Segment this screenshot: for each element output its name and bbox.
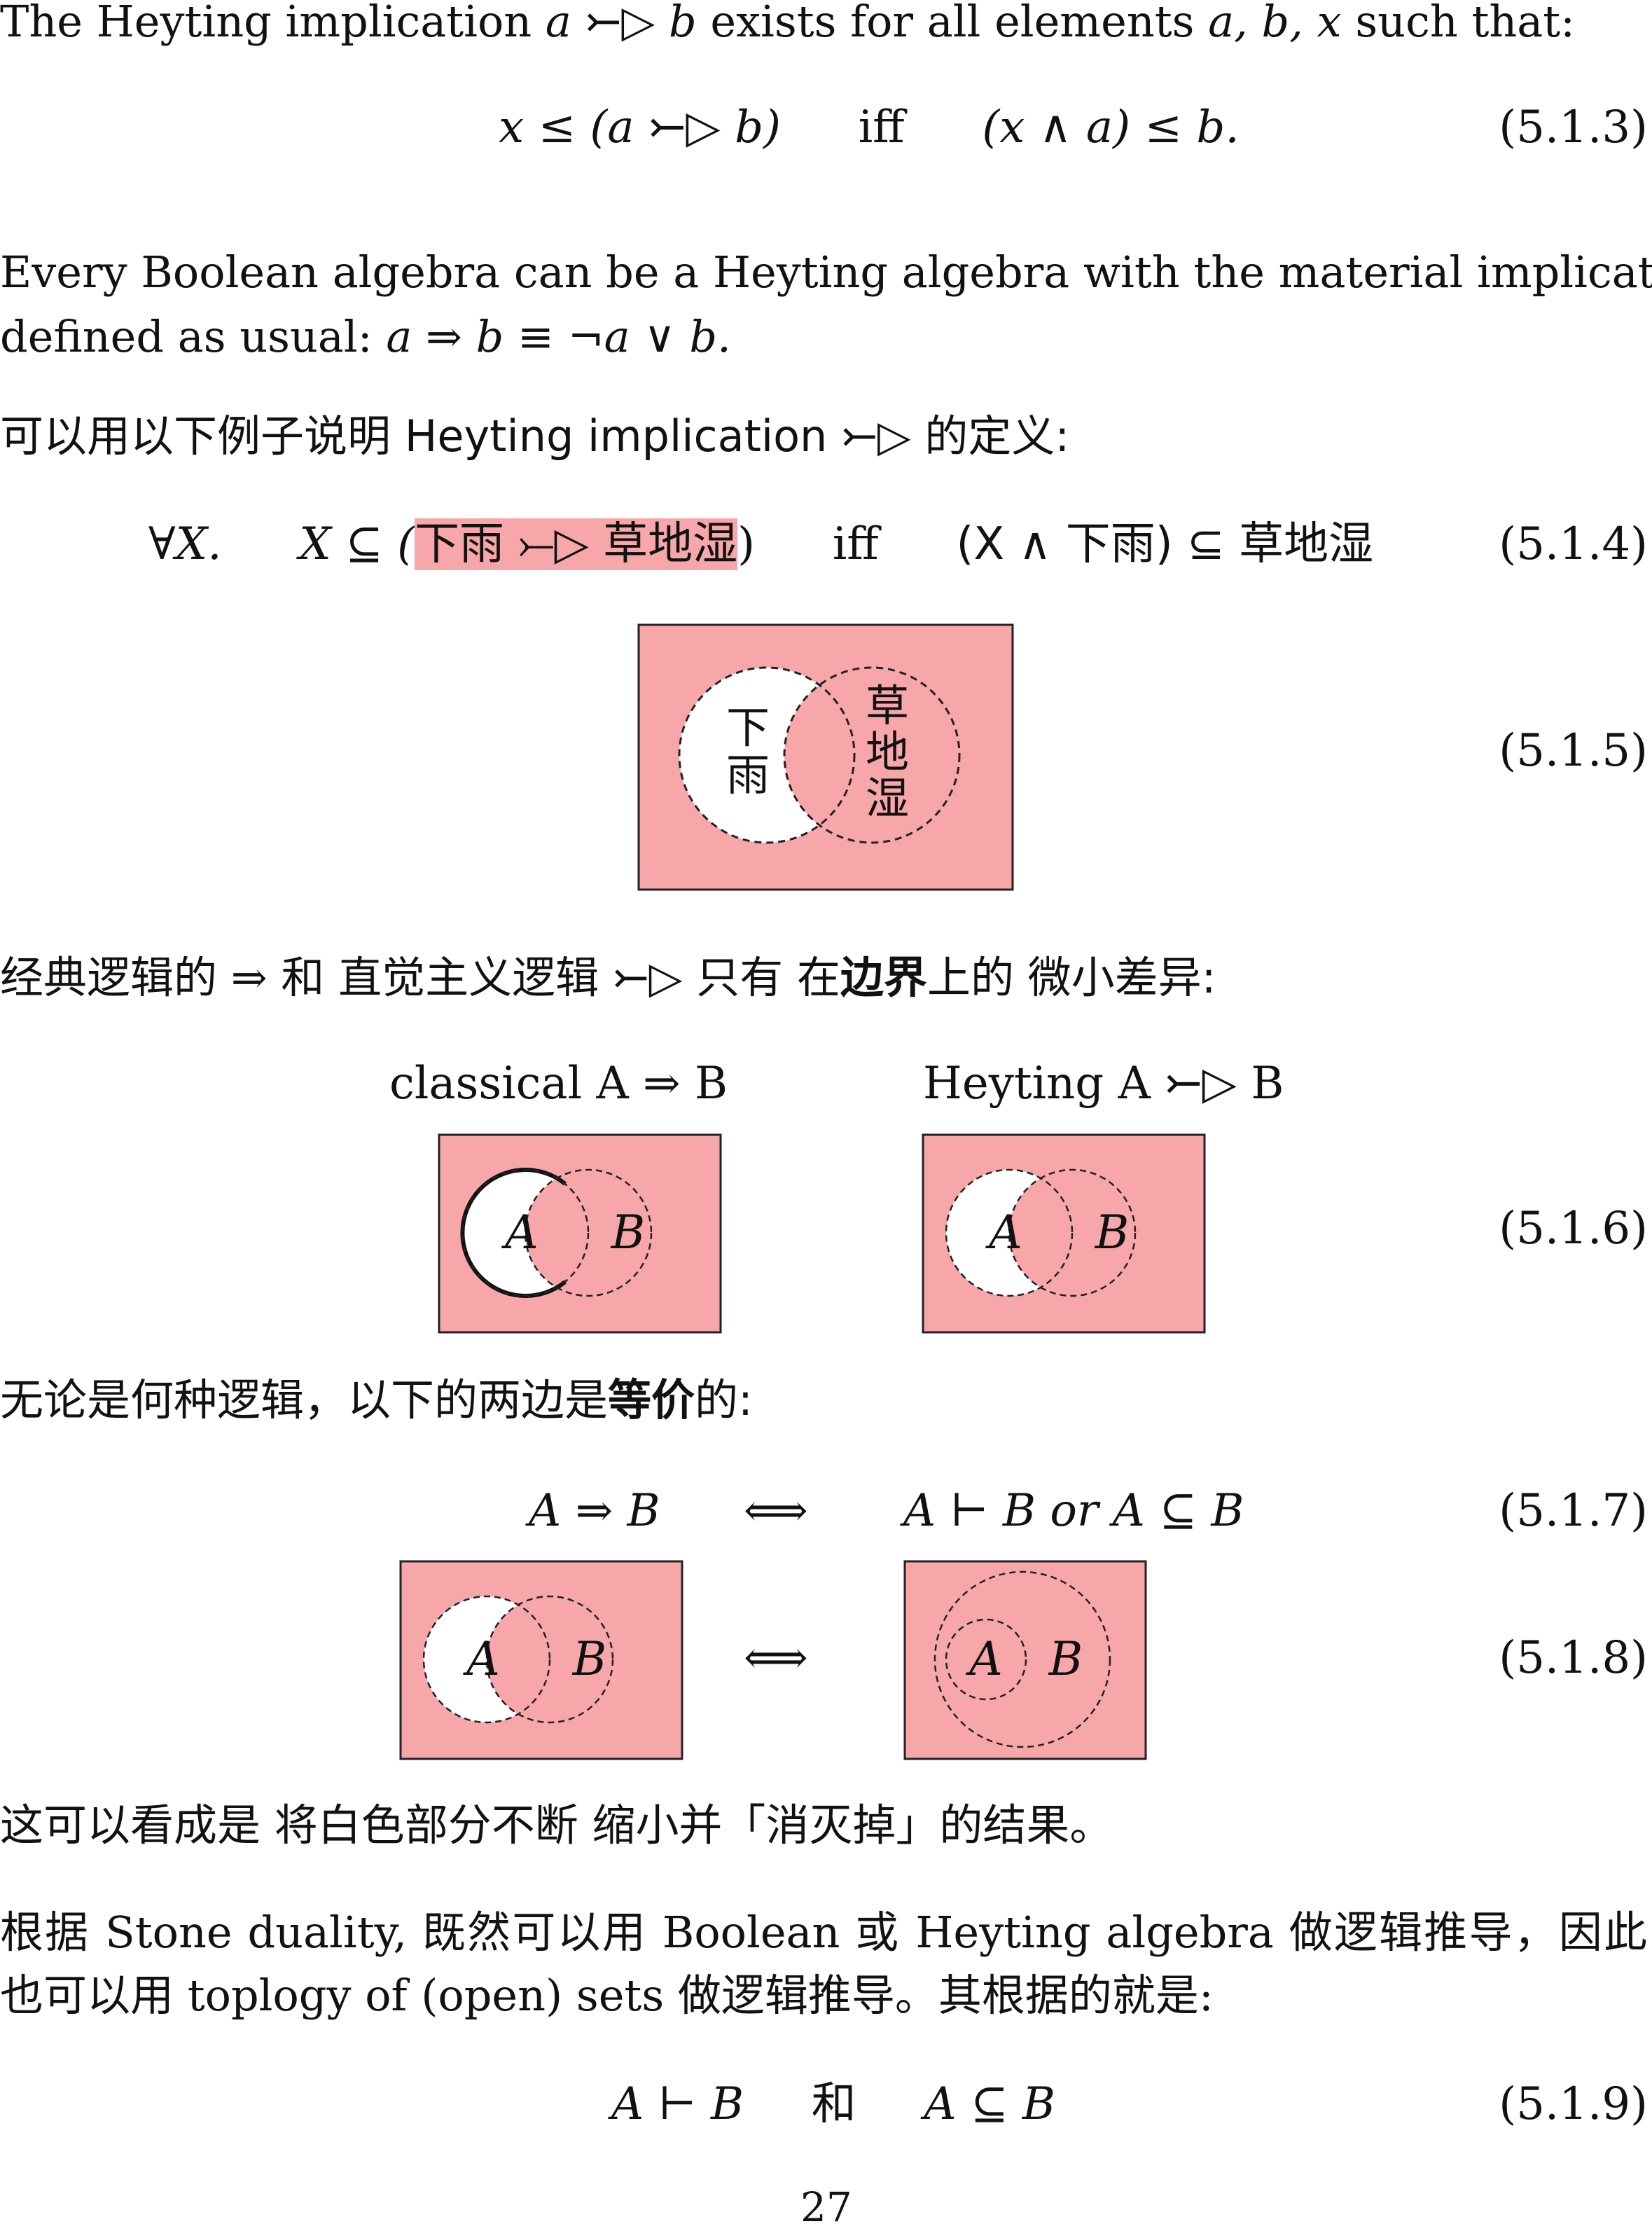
- venn-implication: A B: [399, 1560, 683, 1760]
- set-b-label: B: [572, 1632, 607, 1686]
- equation-5-1-4: ∀X. X ⊆ (下雨 ⤚▷ 草地湿) iff (X ∧ 下雨) ⊆ 草地湿: [148, 518, 1374, 570]
- zh-equiv-sentence: 无论是何种逻辑，以下的两边是等价的:: [0, 1374, 753, 1425]
- eq-517-left: A ⇒ B: [529, 1485, 660, 1537]
- page-number: 27: [800, 2183, 852, 2231]
- venn-label-rain: 下雨: [726, 702, 770, 801]
- venn-diagram-rain-grass: [637, 623, 1014, 891]
- equation-5-1-9: A ⊢ B 和 A ⊆ B: [611, 2078, 1055, 2130]
- label-heyting: Heyting A ⤚▷ B: [923, 1058, 1284, 1110]
- boolean-paragraph-line1: Every Boolean algebra can be a Heyting a…: [0, 247, 1652, 298]
- equation-number: (5.1.7): [1499, 1485, 1648, 1537]
- intro-var-a: a: [545, 0, 571, 47]
- eq-517-arrow: ⟺: [744, 1485, 808, 1537]
- implies-symbol: ⇒: [230, 952, 268, 1003]
- intro-var-b: b: [668, 0, 697, 47]
- set-b-label: B: [611, 1206, 646, 1259]
- stone-paragraph-line1: 根据 Stone duality, 既然可以用 Boolean 或 Heytin…: [0, 1907, 1647, 1958]
- zh-compare-sentence: 经典逻辑的 ⇒ 和 直觉主义逻辑 ⤚▷ 只有 在边界上的 微小差异:: [0, 952, 1216, 1003]
- intro-sentence: The Heyting implication a ⤚▷ b exists fo…: [0, 0, 1575, 43]
- equation-number: (5.1.6): [1499, 1203, 1648, 1255]
- set-a-label: A: [501, 1206, 539, 1259]
- equation-number: (5.1.8): [1499, 1632, 1648, 1684]
- heyting-arrow-symbol: ⤚▷: [585, 0, 655, 47]
- label-classical: classical A ⇒ B: [389, 1058, 728, 1110]
- eq-518-arrow: ⟺: [744, 1632, 808, 1684]
- venn-heyting: A B: [922, 1133, 1206, 1334]
- venn-subset: A B: [903, 1560, 1147, 1760]
- venn-label-grass: 草地湿: [865, 680, 909, 824]
- venn-classical: A B: [438, 1133, 722, 1334]
- boolean-paragraph-line2: defined as usual: a ⇒ b ≡ ¬a ∨ b.: [0, 311, 731, 362]
- zh-intro-sentence: 可以用以下例子说明 Heyting implication ⤚▷ 的定义:: [0, 410, 1070, 462]
- equation-number: (5.1.5): [1499, 725, 1648, 777]
- set-b-label: B: [1095, 1206, 1130, 1259]
- equation-number: (5.1.4): [1499, 518, 1648, 570]
- eq-517-right: A ⊢ B or A ⊆ B: [903, 1485, 1244, 1537]
- equation-number: (5.1.3): [1499, 102, 1648, 153]
- set-a-label: A: [985, 1206, 1022, 1259]
- intro-vars: a, b, x: [1208, 0, 1342, 47]
- equation-number: (5.1.9): [1499, 2078, 1648, 2130]
- heyting-arrow-symbol: ⤚▷: [841, 410, 911, 462]
- set-b-label: B: [1048, 1632, 1083, 1686]
- zh-shrink-sentence: 这可以看成是 将白色部分不断 缩小并「消灭掉」的结果。: [0, 1800, 1113, 1851]
- stone-paragraph-line2: 也可以用 toplogy of (open) sets 做逻辑推导。其根据的就是…: [0, 1970, 1214, 2021]
- set-a-label: A: [965, 1632, 1003, 1686]
- set-a-label: A: [462, 1632, 500, 1686]
- highlighted-implication: 下雨 ⤚▷ 草地湿: [415, 518, 738, 570]
- heyting-arrow-symbol: ⤚▷: [612, 952, 683, 1003]
- equation-5-1-3: x ≤ (a ⤚▷ b) iff (x ∧ a) ≤ b.: [499, 102, 1240, 153]
